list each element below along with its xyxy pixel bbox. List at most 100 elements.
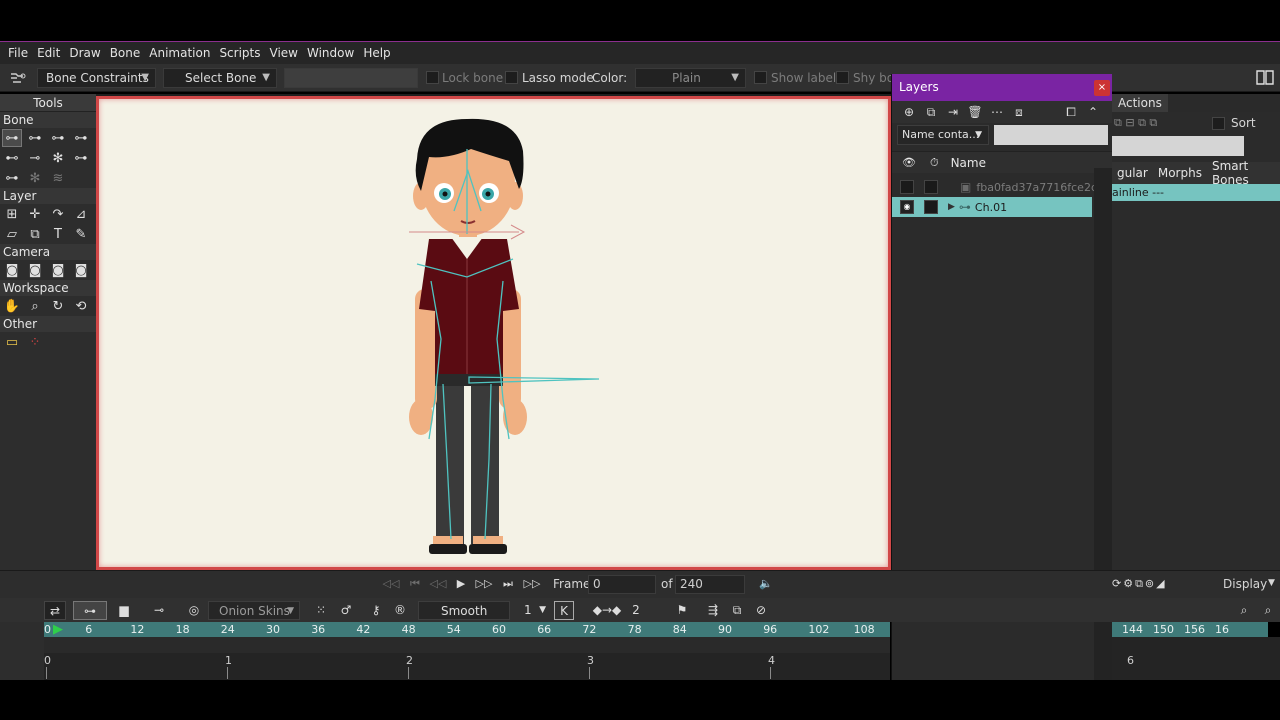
expand-arrow-icon[interactable]: ▶ [948, 202, 955, 212]
menu-bone[interactable]: Bone [106, 46, 145, 60]
keyframe-mode-icon[interactable]: ⊶ [73, 601, 107, 620]
layer-row-image[interactable]: ▣ fba0fad37a7716fce2d [892, 177, 1112, 197]
play-icon[interactable]: ▶ [451, 574, 471, 594]
other-tool-2-icon[interactable]: ⁘ [25, 333, 45, 351]
offset-bone-tool-icon[interactable]: ≋ [48, 169, 68, 187]
close-icon[interactable]: × [1094, 80, 1110, 96]
copy-layer-icon[interactable]: ⇥ [942, 105, 964, 119]
bone-name-field[interactable] [284, 68, 418, 88]
play-marker-icon[interactable]: ▶ [53, 622, 63, 637]
layer-selector-tool-icon[interactable]: ⧉ [25, 225, 45, 243]
onion-skins-dropdown[interactable]: Onion Skins ▼ [208, 601, 300, 620]
menu-help[interactable]: Help [359, 46, 394, 60]
set-origin-tool-icon[interactable]: ⊞ [2, 205, 22, 223]
menu-draw[interactable]: Draw [65, 46, 104, 60]
timeline-filter-icons[interactable]: ⟳⚙⧉⊚◢ [1112, 574, 1222, 594]
reparent-bone-tool-icon[interactable]: ⊸ [25, 149, 45, 167]
interval-dropdown[interactable]: 1 ▼ [516, 601, 550, 620]
duplicate-layer-icon[interactable]: ⧉ [920, 105, 942, 120]
zoom-in-icon[interactable]: ⌕ [1258, 601, 1278, 620]
zoom-icon[interactable]: ⌕ [25, 297, 45, 315]
translate-bone-tool-icon[interactable]: ⊶ [25, 129, 45, 147]
next-frame-icon[interactable]: ▷▷ [474, 574, 494, 594]
select-bone-tool-icon[interactable]: ⊶ [2, 129, 22, 147]
transform-layer-tool-icon[interactable]: ✛ [25, 205, 45, 223]
menu-window[interactable]: Window [303, 46, 358, 60]
layers-search-input[interactable] [994, 125, 1108, 145]
actions-search-input[interactable] [1112, 136, 1244, 156]
frame-input[interactable]: 0 [588, 575, 656, 594]
total-frames-input[interactable]: 240 [675, 575, 745, 594]
menu-file[interactable]: File [4, 46, 32, 60]
layer-settings-icon[interactable]: ⧈ [1008, 105, 1030, 120]
bone-strength-tool-icon[interactable]: ✻ [48, 149, 68, 167]
zoom-camera-icon[interactable]: ◙ [25, 261, 45, 279]
subtab-smart-bones[interactable]: Smart Bones [1207, 159, 1280, 187]
bookmark-icon[interactable]: ⚑ [672, 601, 692, 620]
curve-mode-icon[interactable]: ⊸ [143, 601, 175, 620]
new-layer-icon[interactable]: ⊕ [898, 105, 920, 119]
show-label-checkbox[interactable] [754, 71, 767, 84]
frame-ruler[interactable]: 0 6 12 18 24 30 36 42 48 54 60 66 72 78 84 90 96 102 108 ▶ [44, 622, 890, 637]
display-dropdown[interactable]: Display [1223, 577, 1267, 591]
menu-animation[interactable]: Animation [145, 46, 214, 60]
speaker-icon[interactable]: 🔈 [756, 574, 776, 594]
delete-frames-icon[interactable]: ⊘ [751, 601, 771, 620]
channel-mode-icon[interactable]: ▆ [110, 601, 138, 620]
action-buttons-icon[interactable]: ⧉ ⊟ ⧉ ⧉ [1114, 116, 1200, 130]
add-bone-tool-icon[interactable]: ⊷ [2, 149, 22, 167]
track-camera-icon[interactable]: ◙ [2, 261, 22, 279]
ease-icon[interactable]: ◆→◆ [582, 601, 632, 620]
scale-bone-tool-icon[interactable]: ⊶ [48, 129, 68, 147]
rotate-workspace-icon[interactable]: ↻ [48, 297, 68, 315]
scale-layer-tool-icon[interactable]: ▱ [2, 225, 22, 243]
layer-visibility-toggle[interactable] [900, 180, 914, 194]
bind-layer-tool-icon[interactable]: ⊶ [2, 169, 22, 187]
sequence-icon[interactable]: ⇶ [703, 601, 723, 620]
name-filter-dropdown[interactable]: Name conta... ▼ [897, 125, 989, 145]
roll-camera-icon[interactable]: ◙ [48, 261, 68, 279]
eye-icon[interactable]: ◉ [900, 200, 914, 214]
orbit-workspace-icon[interactable]: ⟲ [71, 297, 91, 315]
eyedropper-tool-icon[interactable]: ✎ [71, 225, 91, 243]
sort-checkbox[interactable] [1212, 116, 1225, 130]
clamp-icon[interactable]: K [554, 601, 574, 620]
rewind-icon[interactable]: ◁◁ [381, 574, 401, 594]
bind-points-tool-icon[interactable]: ✻ [25, 169, 45, 187]
shear-layer-tool-icon[interactable]: ⊿ [71, 205, 91, 223]
fast-forward-icon[interactable]: ▷▷ [522, 574, 542, 594]
interpolation-dropdown[interactable]: Smooth [418, 601, 510, 620]
prev-frame-icon[interactable]: ◁◁ [428, 574, 448, 594]
bone-key-icon[interactable]: ♂ [336, 601, 356, 620]
step-forward-icon[interactable]: ⏭ [498, 574, 518, 594]
select-bone-dropdown[interactable]: Select Bone ▼ [163, 68, 277, 88]
zoom-out-icon[interactable]: ⌕ [1234, 601, 1254, 620]
onion-icon[interactable]: ◎ [184, 601, 204, 620]
lock-bone-checkbox[interactable] [426, 71, 439, 84]
chevron-up-icon[interactable]: ⌃ [1082, 105, 1104, 119]
canvas[interactable] [96, 96, 891, 570]
step-back-icon[interactable]: ⏮ [405, 574, 425, 594]
manipulate-bones-tool-icon[interactable]: ⊶ [71, 149, 91, 167]
pan-tilt-camera-icon[interactable]: ◙ [71, 261, 91, 279]
menu-view[interactable]: View [266, 46, 302, 60]
text-tool-icon[interactable]: T [48, 225, 68, 243]
hand-icon[interactable]: ✋ [2, 297, 22, 315]
layer-timing-toggle[interactable] [924, 180, 938, 194]
shy-bones-checkbox[interactable] [836, 71, 849, 84]
tab-actions[interactable]: Actions [1112, 94, 1168, 112]
subtab-morphs[interactable]: Morphs [1153, 166, 1207, 180]
layer-panel-options-icon[interactable]: ⧠ [1060, 105, 1082, 120]
rotate-layer-tool-icon[interactable]: ↷ [48, 205, 68, 223]
key-icon[interactable]: ⚷ [366, 601, 386, 620]
other-tool-icon[interactable]: ▭ [2, 333, 22, 351]
layer-row-bone[interactable]: ◉ ▶ ⊶ Ch.01 [892, 197, 1092, 217]
copy-frames-icon[interactable]: ⧉ [727, 601, 747, 620]
rotate-bone-tool-icon[interactable]: ⊶ [71, 129, 91, 147]
reset-icon[interactable]: ® [390, 601, 410, 620]
color-dropdown[interactable]: Plain ▼ [635, 68, 746, 88]
bone-mode-dropdown[interactable]: Bone Constraints ▼ [37, 68, 156, 88]
delete-layer-icon[interactable]: 🗑 [964, 105, 986, 119]
more-icon[interactable]: ⋯ [986, 105, 1008, 119]
loop-icon[interactable]: ⇄ [44, 601, 66, 620]
